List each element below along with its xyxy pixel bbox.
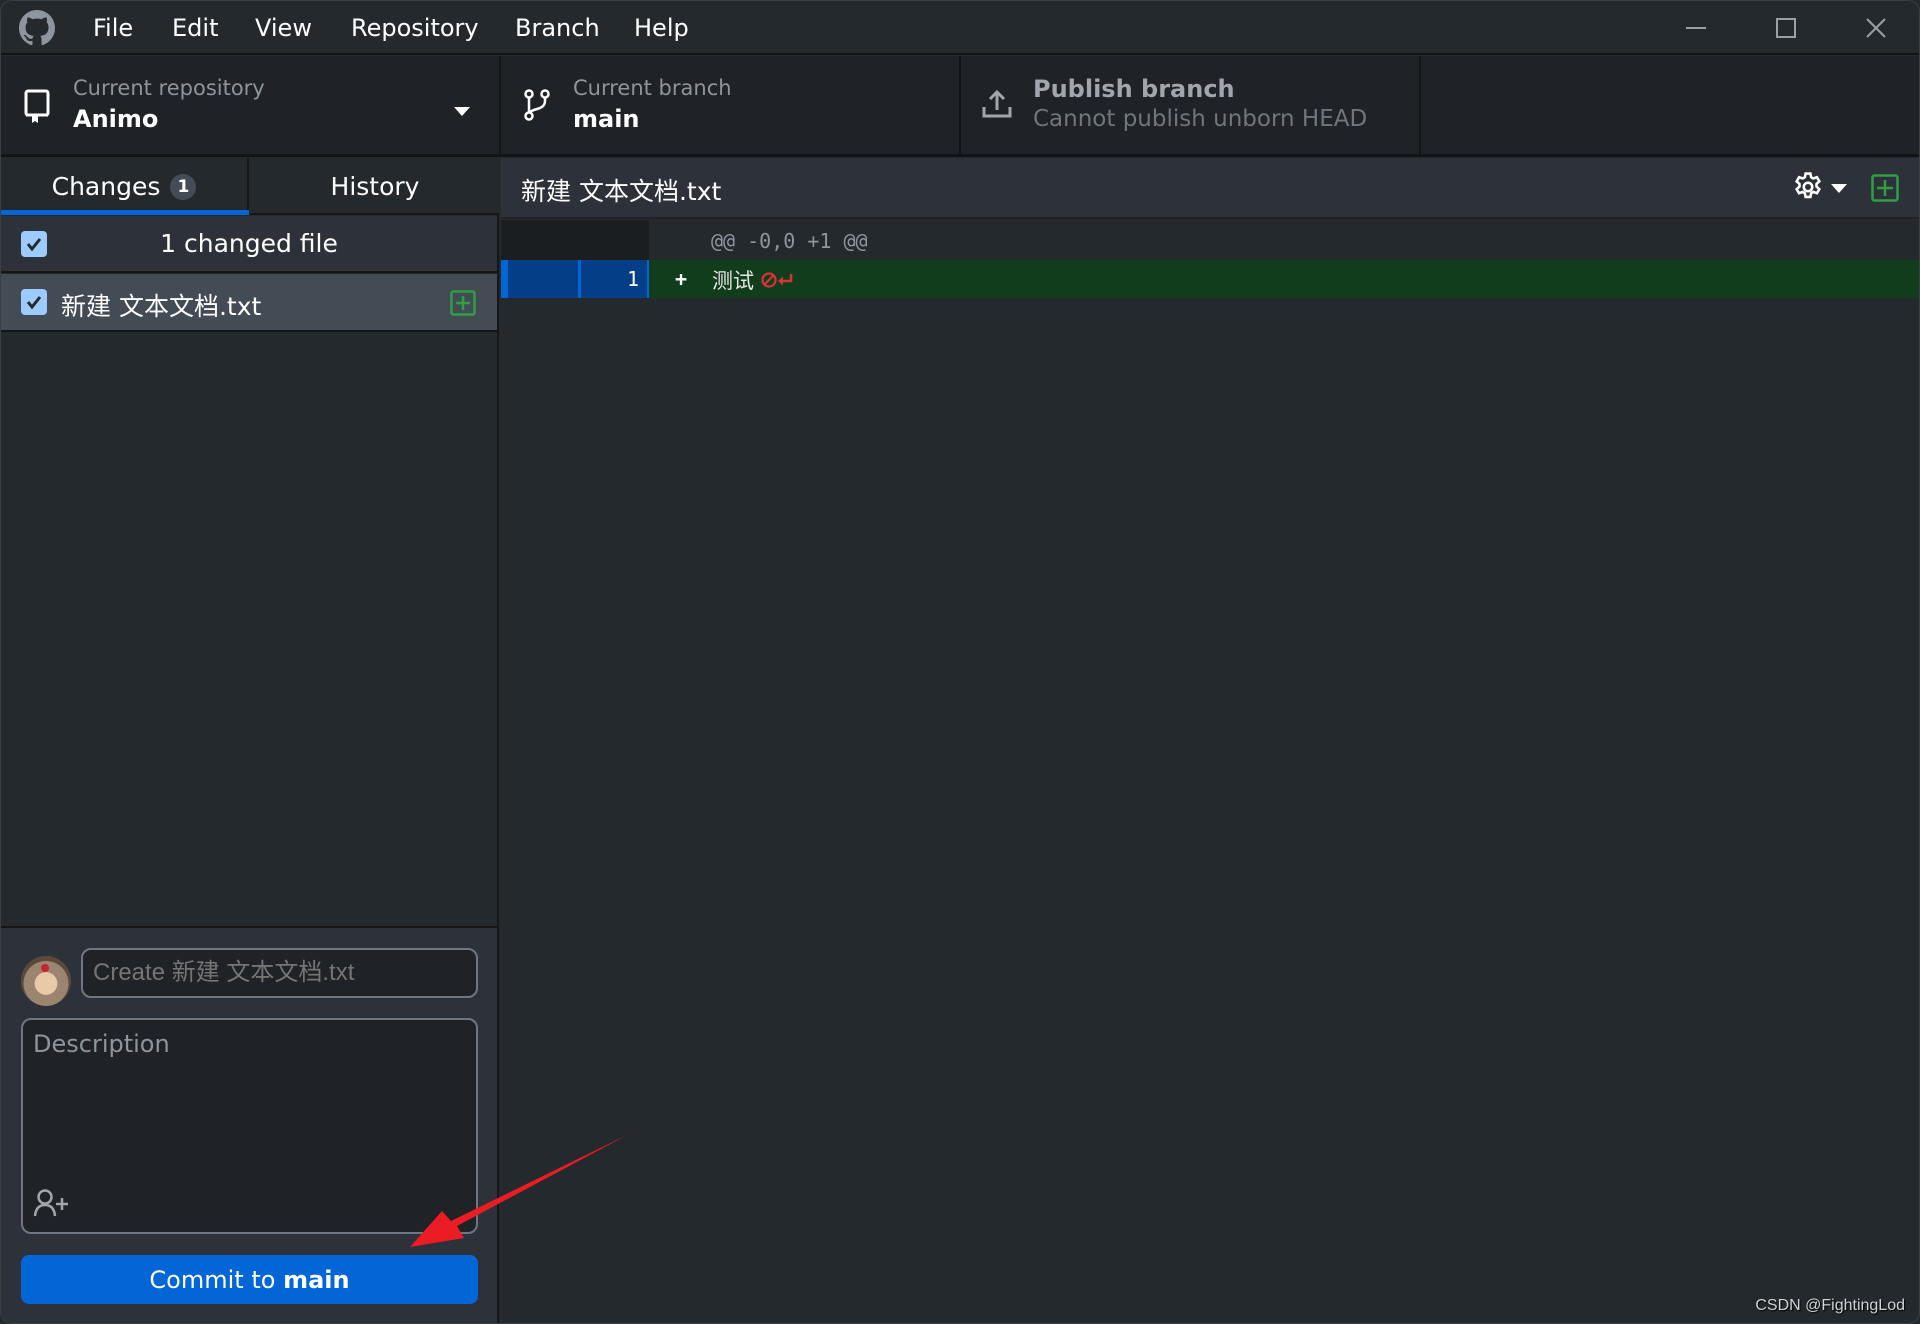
add-co-author-icon[interactable] [33,1188,71,1224]
changes-count-badge: 1 [170,173,197,200]
divider [1,330,497,332]
diff-settings-button[interactable] [1791,170,1851,206]
chevron-down-icon [1831,184,1847,193]
github-logo-icon [19,10,55,46]
menu-branch[interactable]: Branch [509,11,606,45]
commit-button[interactable]: Commit to main [21,1255,478,1304]
file-added-icon [450,290,476,320]
menu-help[interactable]: Help [628,11,695,45]
diff-file-name: 新建 文本文档.txt [521,177,722,206]
line-selection-marker [501,260,508,298]
branch-label: Current branch [573,76,732,100]
tab-history[interactable]: History [251,158,499,215]
repository-name: Animo [73,105,159,133]
toolbar: Current repository Animo Current branch … [1,56,1919,157]
commit-button-prefix: Commit to [149,1265,284,1294]
chevron-down-icon [454,102,470,121]
menu-file[interactable]: File [87,11,139,45]
diff-line-added[interactable]: 1 + 测试 [501,260,1919,298]
diff-marker: + [675,267,688,291]
publish-branch-button[interactable]: Publish branch Cannot publish unborn HEA… [961,56,1421,157]
diff-line-text: 测试 [712,269,754,293]
tab-changes-label: Changes [51,172,161,201]
diff-view: 新建 文本文档.txt @@ -0,0 +1 @@ 1 + 测试 [501,158,1919,1323]
old-line-number [508,260,578,298]
new-line-number: 1 [581,260,647,298]
current-repository-button[interactable]: Current repository Animo [1,56,501,157]
app-window: File Edit View Repository Branch Help Cu… [0,0,1920,1324]
commit-button-branch: main [283,1265,350,1294]
maximize-icon [1776,18,1796,38]
description-placeholder: Description [33,1030,170,1058]
check-icon [26,296,42,310]
diff-header: 新建 文本文档.txt [501,158,1919,219]
tab-history-label: History [330,172,420,201]
avatar-detail [41,964,49,972]
repo-icon [23,88,51,128]
active-tab-indicator [1,210,249,215]
changed-files-count: 1 changed file [160,229,338,258]
publish-status: Cannot publish unborn HEAD [1033,106,1368,132]
current-branch-button[interactable]: Current branch main [501,56,961,157]
commit-summary-input[interactable] [81,948,478,998]
avatar [21,956,71,1006]
no-newline-icon [761,271,795,293]
menu-view[interactable]: View [249,11,318,45]
menu-repository[interactable]: Repository [345,11,485,45]
file-added-icon [1871,174,1899,206]
hunk-header-row[interactable]: @@ -0,0 +1 @@ [501,220,1919,260]
close-icon [1866,18,1886,38]
gutter-divider [647,260,649,298]
tab-changes[interactable]: Changes 1 [1,158,249,215]
upload-icon [981,88,1013,124]
branch-icon [523,88,551,126]
publish-label: Publish branch [1033,75,1235,103]
commit-description-field[interactable]: Description [21,1018,478,1234]
close-button[interactable] [1846,9,1906,47]
sidebar-tabs: Changes 1 History [1,158,499,215]
minimize-icon [1686,27,1706,29]
repository-label: Current repository [73,76,265,100]
menu-edit[interactable]: Edit [166,11,224,45]
branch-name: main [573,105,640,133]
hunk-gutter [501,220,649,260]
watermark: CSDN @FightingLod [1755,1297,1905,1314]
commit-form: Description Commit to main [1,926,497,1323]
file-list-item[interactable]: 新建 文本文档.txt [1,274,497,330]
gear-icon [1795,172,1821,199]
hunk-header: @@ -0,0 +1 @@ [711,229,868,253]
file-name: 新建 文本文档.txt [61,292,262,321]
minimize-button[interactable] [1666,9,1726,47]
file-checkbox[interactable] [21,289,47,315]
sidebar: Changes 1 History 1 changed file 新建 文本文档… [1,158,499,1323]
title-bar: File Edit View Repository Branch Help [1,1,1919,55]
maximize-button[interactable] [1756,9,1816,47]
changes-header: 1 changed file [1,216,497,273]
